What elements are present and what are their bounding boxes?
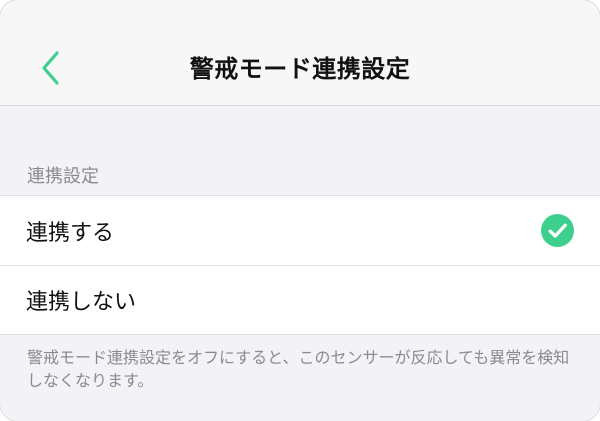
option-label: 連携する — [26, 220, 115, 246]
option-link-enabled[interactable]: 連携する — [0, 196, 600, 265]
checkmark-circle-icon — [541, 214, 574, 247]
settings-screen: 警戒モード連携設定 連携設定 連携する 連携しない 警戒モード連携設定をオフにす… — [0, 0, 600, 421]
option-label: 連携しない — [26, 290, 137, 315]
navigation-bar: 警戒モード連携設定 — [0, 0, 600, 106]
linkage-options-list: 連携する 連携しない — [0, 195, 600, 335]
option-link-disabled[interactable]: 連携しない — [0, 265, 600, 334]
footer-description: 警戒モード連携設定をオフにすると、このセンサーが反応しても異常を検知しなくなりま… — [27, 348, 570, 390]
page-title: 警戒モード連携設定 — [189, 55, 411, 83]
section-header: 連携設定 — [27, 166, 99, 187]
